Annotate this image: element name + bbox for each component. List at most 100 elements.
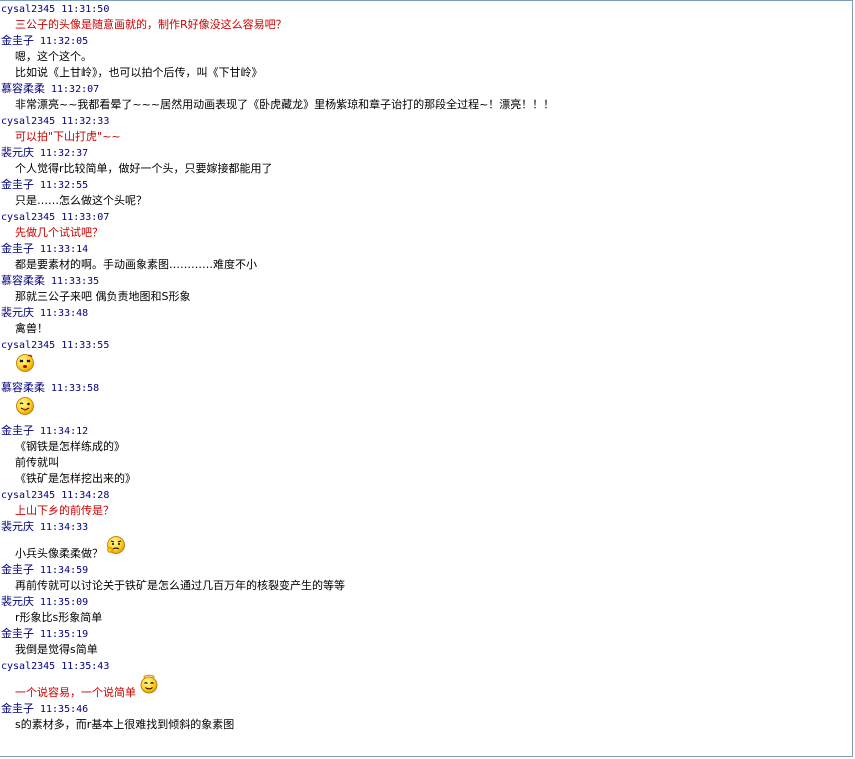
message-header: cysal2345 11:31:50 bbox=[0, 1, 852, 17]
message-time: 11:33:58 bbox=[51, 383, 100, 394]
message-text: 《钢铁是怎样练成的》 bbox=[15, 440, 125, 453]
message-line: 嗯，这个这个。 bbox=[0, 49, 852, 65]
dizzy-face-icon bbox=[15, 353, 35, 373]
message-time: 11:32:05 bbox=[40, 36, 89, 47]
message-line: 上山下乡的前传是？ bbox=[0, 503, 852, 519]
message-time: 11:31:50 bbox=[61, 4, 110, 15]
message-time: 11:35:09 bbox=[40, 597, 89, 608]
chat-message: cysal2345 11:33:07 先做几个试试吧？ bbox=[0, 209, 852, 241]
message-header: 金圭子 11:34:12 bbox=[0, 423, 852, 439]
message-text: 三公子的头像是随意画就的，制作R好像没这么容易吧？ bbox=[15, 18, 287, 31]
message-header: cysal2345 11:32:33 bbox=[0, 113, 852, 129]
message-line: 比如说《上甘岭》，也可以拍个后传，叫《下甘岭》 bbox=[0, 65, 852, 81]
message-text: 嗯，这个这个。 bbox=[15, 50, 92, 63]
message-time: 11:35:46 bbox=[40, 704, 89, 715]
message-line: 再前传就可以讨论关于铁矿是怎么通过几百万年的核裂变产生的等等 bbox=[0, 578, 852, 594]
message-text: 非常漂亮~~我都看晕了~~~居然用动画表现了《卧虎藏龙》里杨紫琼和章子诒打的那段… bbox=[15, 98, 555, 111]
sender-name: 金圭子 bbox=[1, 424, 34, 437]
message-line: 个人觉得r比较简单，做好一个头，只要嫁接都能用了 bbox=[0, 161, 852, 177]
sender-name: 金圭子 bbox=[1, 627, 34, 640]
message-line: 《钢铁是怎样练成的》 bbox=[0, 439, 852, 455]
message-time: 11:34:12 bbox=[40, 426, 89, 437]
chat-message: 裴元庆 11:34:33 小兵头像柔柔做？ bbox=[0, 519, 852, 562]
message-text: 都是要素材的啊。手动画象素图…………难度不小 bbox=[15, 258, 257, 271]
sender-name: 裴元庆 bbox=[1, 595, 34, 608]
chat-message: 慕容柔柔 11:33:35 那就三公子来吧 偶负责地图和S形象 bbox=[0, 273, 852, 305]
thinking-face-icon bbox=[106, 535, 126, 555]
message-header: 金圭子 11:35:46 bbox=[0, 701, 852, 717]
message-line: 小兵头像柔柔做？ bbox=[0, 535, 852, 562]
message-header: 金圭子 11:34:59 bbox=[0, 562, 852, 578]
chat-message: 金圭子 11:32:05 嗯，这个这个。比如说《上甘岭》，也可以拍个后传，叫《下甘岭… bbox=[0, 33, 852, 81]
message-text: 小兵头像柔柔做？ bbox=[15, 547, 103, 560]
sender-name: cysal2345 bbox=[1, 116, 56, 127]
sender-name: cysal2345 bbox=[1, 661, 56, 672]
message-time: 11:33:48 bbox=[40, 308, 89, 319]
message-header: 裴元庆 11:35:09 bbox=[0, 594, 852, 610]
chat-message: 裴元庆 11:35:09 r形象比s形象简单 bbox=[0, 594, 852, 626]
message-header: 金圭子 11:35:19 bbox=[0, 626, 852, 642]
message-time: 11:34:59 bbox=[40, 565, 89, 576]
sender-name: cysal2345 bbox=[1, 340, 56, 351]
chat-message: 裴元庆 11:32:37 个人觉得r比较简单，做好一个头，只要嫁接都能用了 bbox=[0, 145, 852, 177]
message-header: 金圭子 11:33:14 bbox=[0, 241, 852, 257]
message-line: r形象比s形象简单 bbox=[0, 610, 852, 626]
sender-name: 慕容柔柔 bbox=[1, 274, 45, 287]
message-time: 11:34:33 bbox=[40, 522, 89, 533]
message-text: 禽兽！ bbox=[15, 322, 48, 335]
sender-name: 慕容柔柔 bbox=[1, 381, 45, 394]
message-header: 慕容柔柔 11:32:07 bbox=[0, 81, 852, 97]
sender-name: 裴元庆 bbox=[1, 520, 34, 533]
message-header: 金圭子 11:32:55 bbox=[0, 177, 852, 193]
sender-name: 金圭子 bbox=[1, 34, 34, 47]
message-header: 裴元庆 11:33:48 bbox=[0, 305, 852, 321]
chat-message: 金圭子 11:35:19 我倒是觉得s简单 bbox=[0, 626, 852, 658]
message-text: s的素材多，而r基本上很难找到倾斜的象素图 bbox=[15, 718, 235, 731]
chat-message: 金圭子 11:32:55 只是……怎么做这个头呢？ bbox=[0, 177, 852, 209]
message-header: cysal2345 11:33:07 bbox=[0, 209, 852, 225]
message-line: 前传就叫 bbox=[0, 455, 852, 471]
chat-message: 金圭子 11:35:46 s的素材多，而r基本上很难找到倾斜的象素图 bbox=[0, 701, 852, 733]
message-line: 可以拍"下山打虎"~~ bbox=[0, 129, 852, 145]
message-time: 11:32:07 bbox=[51, 84, 100, 95]
chat-message: cysal2345 11:32:33 可以拍"下山打虎"~~ bbox=[0, 113, 852, 145]
message-time: 11:33:07 bbox=[61, 212, 110, 223]
sender-name: 裴元庆 bbox=[1, 146, 34, 159]
chat-message: 慕容柔柔 11:33:58 bbox=[0, 380, 852, 423]
sender-name: 慕容柔柔 bbox=[1, 82, 45, 95]
message-header: 慕容柔柔 11:33:35 bbox=[0, 273, 852, 289]
sender-name: 金圭子 bbox=[1, 702, 34, 715]
sender-name: cysal2345 bbox=[1, 4, 56, 15]
message-time: 11:32:55 bbox=[40, 180, 89, 191]
message-header: 金圭子 11:32:05 bbox=[0, 33, 852, 49]
sender-name: cysal2345 bbox=[1, 490, 56, 501]
message-line: 只是……怎么做这个头呢？ bbox=[0, 193, 852, 209]
chat-log[interactable]: cysal2345 11:31:50 三公子的头像是随意画就的，制作R好像没这么容易… bbox=[0, 0, 853, 757]
message-line: s的素材多，而r基本上很难找到倾斜的象素图 bbox=[0, 717, 852, 733]
message-time: 11:35:43 bbox=[61, 661, 110, 672]
chat-message: 裴元庆 11:33:48 禽兽！ bbox=[0, 305, 852, 337]
message-header: 裴元庆 11:32:37 bbox=[0, 145, 852, 161]
message-text: 个人觉得r比较简单，做好一个头，只要嫁接都能用了 bbox=[15, 162, 273, 175]
message-text: 可以拍"下山打虎"~~ bbox=[15, 130, 121, 143]
message-header: cysal2345 11:34:28 bbox=[0, 487, 852, 503]
chat-message: cysal2345 11:33:55 bbox=[0, 337, 852, 380]
message-line: 非常漂亮~~我都看晕了~~~居然用动画表现了《卧虎藏龙》里杨紫琼和章子诒打的那段… bbox=[0, 97, 852, 113]
message-line: 我倒是觉得s简单 bbox=[0, 642, 852, 658]
chat-message: 金圭子 11:34:12 《钢铁是怎样练成的》 前传就叫 《铁矿是怎样挖出来的》 bbox=[0, 423, 852, 487]
message-time: 11:32:37 bbox=[40, 148, 89, 159]
message-line bbox=[0, 396, 852, 423]
chat-message: 慕容柔柔 11:32:07 非常漂亮~~我都看晕了~~~居然用动画表现了《卧虎藏龙》… bbox=[0, 81, 852, 113]
message-time: 11:32:33 bbox=[61, 116, 110, 127]
chat-message: cysal2345 11:34:28 上山下乡的前传是？ bbox=[0, 487, 852, 519]
chat-message: cysal2345 11:35:43 一个说容易，一个说简单 bbox=[0, 658, 852, 701]
sender-name: 金圭子 bbox=[1, 178, 34, 191]
message-header: 裴元庆 11:34:33 bbox=[0, 519, 852, 535]
message-line: 都是要素材的啊。手动画象素图…………难度不小 bbox=[0, 257, 852, 273]
message-line: 一个说容易，一个说简单 bbox=[0, 674, 852, 701]
tongue-face-icon bbox=[15, 396, 35, 416]
message-time: 11:33:55 bbox=[61, 340, 110, 351]
message-line: 先做几个试试吧？ bbox=[0, 225, 852, 241]
sender-name: 金圭子 bbox=[1, 563, 34, 576]
message-text: 上山下乡的前传是？ bbox=[15, 504, 114, 517]
